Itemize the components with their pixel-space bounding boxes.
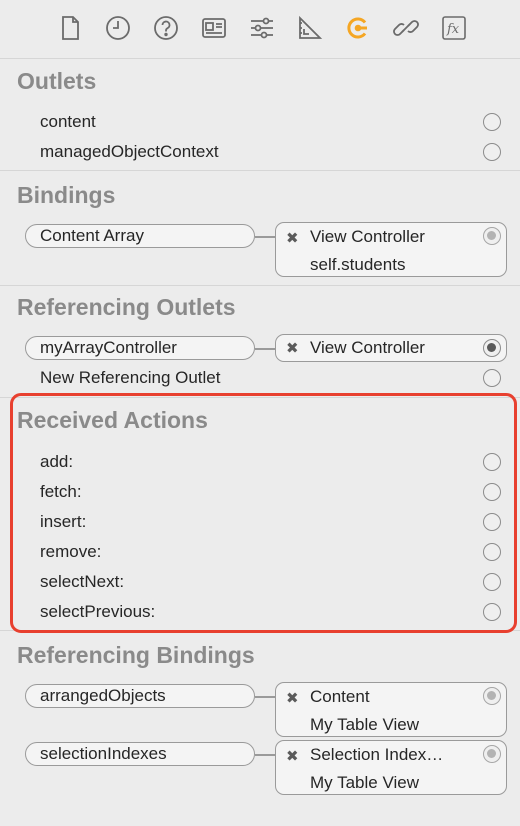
file-inspector-icon[interactable]: [54, 12, 86, 44]
quick-help-icon[interactable]: [150, 12, 182, 44]
referencing-binding-arranged-objects-pill[interactable]: arrangedObjects: [25, 684, 255, 708]
remove-referencing-outlet-button[interactable]: ✖: [286, 339, 299, 357]
bindings-heading: Bindings: [17, 182, 116, 208]
binding-content-array-connector[interactable]: [483, 227, 501, 245]
referencing-binding-selection-box: ✖ Selection Index… My Table View: [275, 740, 507, 795]
referencing-outlet-connection-box: ✖ View Controller: [275, 334, 507, 362]
referencing-bindings-heading: Referencing Bindings: [17, 642, 255, 668]
referencing-binding-target-label: Selection Index…: [310, 745, 444, 764]
binding-keypath-label: self.students: [310, 255, 406, 274]
svg-text:fx: fx: [446, 22, 460, 37]
referencing-binding-content-box: ✖ Content My Table View: [275, 682, 507, 737]
binding-connection-line: [255, 236, 275, 238]
toolbar-divider: [0, 58, 520, 59]
binding-connection-box: ✖ View Controller self.students: [275, 222, 507, 277]
referencing-outlet-connection-line: [255, 348, 275, 350]
outlet-content-label: content: [40, 112, 96, 131]
received-actions-highlight-box: [10, 393, 517, 633]
size-inspector-icon[interactable]: [294, 12, 326, 44]
effects-inspector-icon[interactable]: fx: [438, 12, 470, 44]
new-referencing-outlet-label: New Referencing Outlet: [40, 368, 221, 387]
new-referencing-outlet-connector[interactable]: [483, 369, 501, 387]
outlet-managed-object-context-connector[interactable]: [483, 143, 501, 161]
referencing-outlets-heading: Referencing Outlets: [17, 294, 236, 320]
bindings-inspector-icon[interactable]: [390, 12, 422, 44]
referencing-binding-selection-indexes-connector[interactable]: [483, 745, 501, 763]
referencing-outlet-target-label: View Controller: [310, 338, 425, 357]
outlet-content-connector[interactable]: [483, 113, 501, 131]
remove-referencing-binding-button[interactable]: ✖: [286, 689, 299, 707]
referencing-binding-source-label: My Table View: [310, 715, 419, 734]
referencing-outlet-my-array-controller-pill[interactable]: myArrayController: [25, 336, 255, 360]
remove-referencing-binding-button[interactable]: ✖: [286, 747, 299, 765]
binding-target-label: View Controller: [310, 227, 425, 246]
referencing-binding-connection-line: [255, 754, 275, 756]
referencing-binding-selection-indexes-pill[interactable]: selectionIndexes: [25, 742, 255, 766]
binding-content-array-pill[interactable]: Content Array: [25, 224, 255, 248]
outlet-managed-object-context-label: managedObjectContext: [40, 142, 219, 161]
inspector-toolbar: fx: [0, 0, 520, 58]
attributes-inspector-icon[interactable]: [246, 12, 278, 44]
referencing-binding-arranged-objects-connector[interactable]: [483, 687, 501, 705]
referencing-outlet-my-array-controller-connector[interactable]: [483, 339, 501, 357]
connections-inspector-icon[interactable]: [342, 12, 374, 44]
referencing-binding-connection-line: [255, 696, 275, 698]
section-divider: [0, 285, 520, 286]
history-inspector-icon[interactable]: [102, 12, 134, 44]
section-divider: [0, 170, 520, 171]
referencing-binding-target-label: Content: [310, 687, 370, 706]
remove-binding-button[interactable]: ✖: [286, 229, 299, 247]
outlets-heading: Outlets: [17, 68, 97, 94]
identity-inspector-icon[interactable]: [198, 12, 230, 44]
referencing-binding-source-label: My Table View: [310, 773, 419, 792]
